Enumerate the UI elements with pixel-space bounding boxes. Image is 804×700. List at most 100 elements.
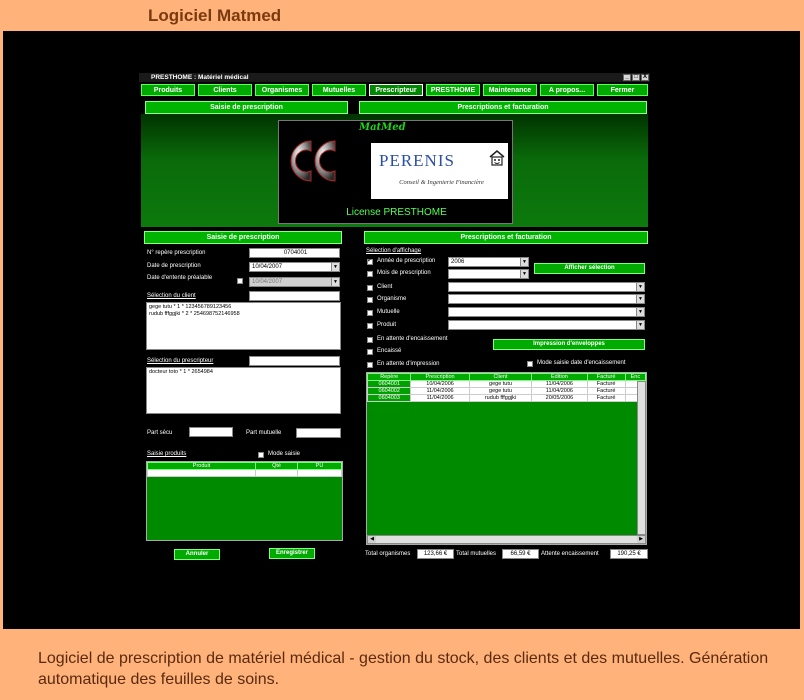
mois-select[interactable]: ▼ — [448, 269, 529, 279]
organisme-filter-select[interactable]: ▼ — [448, 294, 645, 304]
chevron-down-icon[interactable]: ▼ — [636, 321, 644, 329]
cell-edition: 20/05/2006 — [531, 394, 588, 402]
table-row[interactable]: 0604002 11/04/2006 gege tutu 11/04/2006 … — [366, 387, 647, 395]
menu-maintenance[interactable]: Maintenance — [483, 84, 537, 96]
table-row[interactable]: 0604003 11/04/2006 rudub fffggjki 20/05/… — [366, 394, 647, 402]
mutuelle-filter-checkbox[interactable] — [367, 310, 373, 316]
logo-panel: MatMed PERENIS Conseil & Ingenierie Fina… — [278, 120, 513, 224]
part-mutuelle-field[interactable] — [296, 428, 341, 438]
cell-repere: 0604001 — [366, 380, 412, 388]
table-row[interactable]: 0604001 10/04/2006 gege tutu 11/04/2006 … — [366, 380, 647, 388]
facturation-header: Prescriptions et facturation — [364, 231, 648, 244]
annee-checkbox[interactable] — [367, 256, 373, 265]
table-row[interactable] — [147, 469, 342, 477]
part-secu-label: Part sécu — [147, 430, 173, 436]
mutuelle-filter-select[interactable]: ▼ — [448, 307, 645, 317]
encaisse-checkbox[interactable] — [367, 349, 373, 355]
cell-facture: Facturé — [586, 394, 626, 402]
impression-enveloppes-button[interactable]: Impression d'enveloppes — [493, 339, 645, 350]
entente-value: 10/04/2007 — [252, 279, 283, 285]
col-pu[interactable]: PU — [297, 462, 342, 470]
scroll-right-icon[interactable]: ▶ — [637, 536, 645, 543]
client-search-input[interactable] — [249, 291, 340, 301]
client-list[interactable]: gege tutu * 1 * 123456789123456 rudub ff… — [146, 302, 341, 350]
col-repere[interactable]: Repère — [366, 373, 412, 381]
client-filter-checkbox[interactable] — [367, 285, 373, 291]
menu-mutuelles[interactable]: Mutuelles — [312, 84, 366, 96]
saisie-produits-label: Saisie produits — [147, 451, 187, 457]
banner: MatMed PERENIS Conseil & Ingenierie Fina… — [141, 114, 648, 227]
annee-select[interactable]: 2006 ▼ — [448, 257, 529, 267]
chevron-down-icon[interactable]: ▼ — [520, 270, 528, 278]
attente-encaissement-checkbox[interactable] — [367, 337, 373, 343]
chevron-down-icon[interactable]: ▼ — [636, 283, 644, 291]
chevron-down-icon[interactable]: ▼ — [520, 258, 528, 266]
mois-checkbox[interactable] — [367, 271, 373, 277]
produit-filter-checkbox[interactable] — [367, 323, 373, 329]
cell-prescription: 11/04/2006 — [410, 387, 470, 395]
organisme-filter-checkbox[interactable] — [367, 297, 373, 303]
part-secu-field[interactable] — [189, 427, 233, 437]
matmed-logo-text: MatMed — [359, 122, 406, 133]
chevron-down-icon[interactable]: ▼ — [636, 295, 644, 303]
client-filter-label: Client — [377, 284, 393, 290]
col-facture[interactable]: Facturé — [586, 373, 626, 381]
maximize-icon[interactable]: □ — [632, 74, 640, 81]
cell-client: rudub fffggjki — [468, 394, 533, 402]
vertical-scrollbar[interactable] — [637, 381, 646, 535]
total-organismes-label: Total organismes — [365, 551, 411, 557]
minimize-icon[interactable]: _ — [623, 74, 631, 81]
enregistrer-button[interactable]: Enregistrer — [269, 548, 315, 559]
menu-presthome[interactable]: PRESTHOME — [426, 84, 480, 96]
cell-repere: 0604002 — [366, 387, 412, 395]
chevron-down-icon[interactable]: ▼ — [331, 278, 339, 286]
mode-saisie-checkbox[interactable] — [258, 452, 264, 458]
col-produit[interactable]: Produit — [147, 462, 256, 470]
prescriptions-grid[interactable]: Repère Prescription Client Edition Factu… — [366, 372, 647, 545]
menu-a-propos[interactable]: A propos... — [540, 84, 594, 96]
chevron-down-icon[interactable]: ▼ — [636, 308, 644, 316]
entente-field[interactable]: 10/04/2007 ▼ — [249, 277, 340, 287]
prescripteur-label: Sélection du prescripteur — [147, 358, 214, 364]
prescripteur-list[interactable]: docteur toto * 1 * 2654984 — [146, 367, 341, 414]
scroll-left-icon[interactable]: ◀ — [368, 536, 376, 543]
cell-repere: 0604003 — [366, 394, 412, 402]
date-field[interactable]: 10/04/2007 ▼ — [249, 262, 340, 272]
annuler-button[interactable]: Annuler — [174, 549, 220, 560]
prescriptions-facturation-panel: Prescriptions et facturation Sélection d… — [359, 231, 651, 567]
cell-prescription: 10/04/2006 — [410, 380, 470, 388]
annee-label: Année de prescription — [377, 258, 436, 264]
menu-prescripteur[interactable]: Prescripteur — [369, 84, 423, 96]
col-qte[interactable]: Qté — [255, 462, 298, 470]
tab-saisie-prescription[interactable]: Saisie de prescription — [145, 101, 348, 114]
saisie-prescription-panel: Saisie de prescription N° repère prescri… — [139, 231, 351, 567]
cc-logo-icon — [290, 140, 336, 182]
col-enc[interactable]: Enc — [624, 373, 647, 381]
col-edition[interactable]: Edition — [531, 373, 588, 381]
attente-impression-checkbox[interactable] — [367, 362, 373, 368]
menu-clients[interactable]: Clients — [198, 84, 252, 96]
mode-saisie-label: Mode saisie — [268, 451, 301, 457]
col-client[interactable]: Client — [468, 373, 533, 381]
repere-field[interactable]: 0704001 — [249, 248, 340, 258]
repere-label: N° repère prescription — [147, 250, 206, 256]
produit-filter-select[interactable]: ▼ — [448, 320, 645, 330]
afficher-selection-button[interactable]: Afficher sélection — [534, 263, 645, 274]
list-item[interactable]: docteur toto * 1 * 2654984 — [149, 369, 338, 376]
col-prescription[interactable]: Prescription — [410, 373, 470, 381]
entente-checkbox[interactable] — [237, 278, 243, 284]
product-grid[interactable]: Produit Qté PU — [146, 461, 343, 541]
menu-produits[interactable]: Produits — [141, 84, 195, 96]
mode-saisie-date-checkbox[interactable] — [527, 361, 533, 367]
client-filter-select[interactable]: ▼ — [448, 282, 645, 292]
prescripteur-search-input[interactable] — [249, 356, 340, 366]
page-title: Logiciel Matmed — [148, 6, 282, 25]
chevron-down-icon[interactable]: ▼ — [331, 263, 339, 271]
attente-encaissement-total-label: Attente encaissement — [541, 551, 599, 557]
close-icon[interactable]: X — [641, 74, 649, 81]
tab-prescriptions-facturation[interactable]: Prescriptions et facturation — [359, 101, 647, 114]
menu-organismes[interactable]: Organismes — [255, 84, 309, 96]
menu-fermer[interactable]: Fermer — [597, 84, 648, 96]
horizontal-scrollbar[interactable]: ◀ ▶ — [367, 535, 646, 544]
list-item[interactable]: rudub fffggjki * 2 * 254698752146958 — [149, 311, 338, 318]
